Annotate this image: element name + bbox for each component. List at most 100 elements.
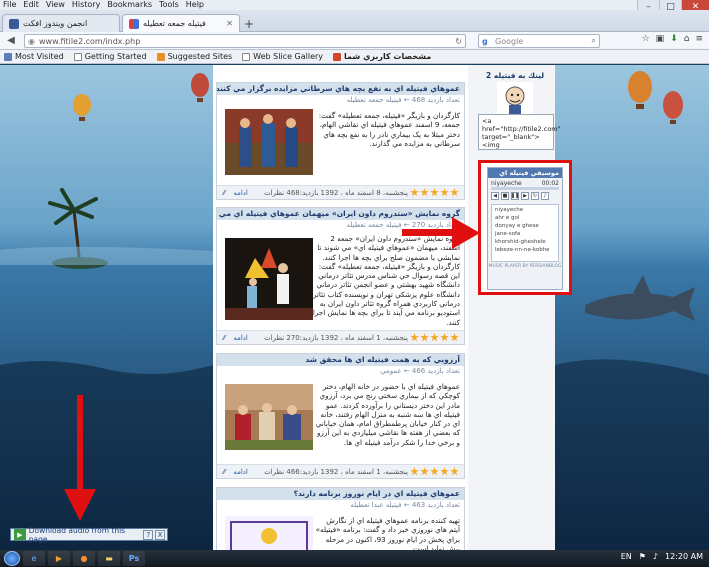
- firefox-icon[interactable]: ●: [73, 551, 95, 566]
- cartoon-logo[interactable]: [497, 82, 533, 118]
- post-author[interactable]: فيتيله جمعه تعطيله: [347, 221, 402, 229]
- playlist-item[interactable]: khorshid-gheshele: [495, 238, 555, 246]
- star-icon[interactable]: [410, 188, 419, 197]
- next-icon[interactable]: ▶: [521, 192, 529, 200]
- new-tab-button[interactable]: +: [244, 17, 254, 31]
- menu-history[interactable]: History: [72, 0, 100, 10]
- menu-icon[interactable]: ≡: [695, 34, 703, 44]
- prev-icon[interactable]: ◀: [491, 192, 499, 200]
- bookmark-most-visited[interactable]: Most Visited: [4, 52, 64, 61]
- views-count: 466: [411, 367, 426, 375]
- star-icon[interactable]: [430, 333, 439, 342]
- star-icon[interactable]: [420, 467, 429, 476]
- rating-stars[interactable]: [410, 333, 459, 342]
- address-bar[interactable]: ◉ www.fitile2.com/indx.php ↻: [24, 34, 466, 48]
- star-icon[interactable]: [410, 333, 419, 342]
- menu-bookmarks[interactable]: Bookmarks: [107, 0, 152, 10]
- menu-view[interactable]: View: [46, 0, 65, 10]
- clipboard-icon[interactable]: ▣: [656, 34, 665, 44]
- read-more-link[interactable]: ادامه ⁄⁄: [223, 189, 248, 197]
- download-audio-bar[interactable]: ▶ Download audio from this page ? X: [10, 526, 168, 544]
- playlist-item[interactable]: lebeze-nn-ne-kobhe: [495, 246, 555, 254]
- ie-icon[interactable]: e: [23, 551, 45, 566]
- post-image[interactable]: [225, 384, 313, 450]
- post-title[interactable]: عموهاي فيتيله اي به نفع بچه هاي سرطاني م…: [217, 83, 464, 95]
- read-more-link[interactable]: ادامه ⁄⁄: [223, 468, 248, 476]
- close-button[interactable]: X: [155, 529, 166, 540]
- star-icon[interactable]: [430, 188, 439, 197]
- help-button[interactable]: ?: [143, 529, 154, 540]
- star-icon[interactable]: [440, 467, 449, 476]
- reload-icon[interactable]: ↻: [455, 37, 462, 46]
- pause-icon[interactable]: ❚❚: [511, 192, 519, 200]
- volume-icon[interactable]: ♪: [541, 192, 549, 200]
- menu-help[interactable]: Help: [186, 0, 204, 10]
- post-card: عموهاي فيتيله اي در ايام نوروز برنامه دا…: [216, 487, 465, 550]
- bookmark-user-profile[interactable]: مشخصات كاربري شما: [333, 52, 431, 61]
- post-card: عموهاي فيتيله اي به نفع بچه هاي سرطاني م…: [216, 82, 465, 200]
- home-icon[interactable]: ⌂: [684, 34, 690, 44]
- post-meta: تعداد بازديد 468 ← فيتيله جمعه تعطيله: [346, 96, 460, 104]
- bookmark-suggested-sites[interactable]: Suggested Sites: [156, 52, 232, 61]
- read-more-link[interactable]: ادامه ⁄⁄: [223, 334, 248, 342]
- star-icon[interactable]: [450, 467, 459, 476]
- bookmark-getting-started[interactable]: Getting Started: [73, 52, 147, 61]
- post-footer: ادامه ⁄⁄ پنجشنبه، 1 اسفند ماه ، 1392 بازد…: [217, 330, 464, 344]
- post-meta: تعداد بازديد 463 ← فيتيله عيدا تعطيله: [350, 501, 460, 509]
- star-icon[interactable]: [440, 188, 449, 197]
- tab-forum[interactable]: انجمن ويندوز افكت: [2, 14, 120, 32]
- post-excerpt: تهيه كننده برنامه عموهاي فيتيله اي از نگ…: [315, 516, 460, 550]
- menu-tools[interactable]: Tools: [159, 0, 179, 10]
- flag-icon[interactable]: ⚑: [639, 552, 646, 561]
- search-input[interactable]: g Google ⌕: [478, 34, 600, 48]
- language-indicator[interactable]: EN: [621, 552, 632, 561]
- red-arrow-right-icon: [402, 217, 480, 249]
- post-footer: ادامه ⁄⁄ پنجشنبه، 1 اسفند ماه ، 1392 بازد…: [217, 464, 464, 478]
- star-icon[interactable]: [410, 467, 419, 476]
- playlist-item[interactable]: donyay e ghese: [495, 222, 555, 230]
- player-track: niyayeche 00:02: [488, 178, 562, 187]
- tab-fitile[interactable]: فيتيله جمعه تعطيله ✕: [122, 14, 240, 32]
- post-excerpt: كارگردان و بازيگر «فيتيله، جمعه تعطيله» …: [318, 111, 460, 148]
- close-tab-icon[interactable]: ✕: [226, 19, 233, 28]
- views-count: 463: [411, 501, 426, 509]
- red-arrow-down-icon: [64, 395, 96, 521]
- back-button[interactable]: ◀: [4, 34, 18, 48]
- star-bookmark-icon[interactable]: ☆: [642, 34, 650, 44]
- volume-icon[interactable]: ♪: [653, 552, 658, 561]
- playlist-item[interactable]: niyayeche: [495, 206, 555, 214]
- start-button[interactable]: [4, 551, 20, 566]
- star-icon[interactable]: [450, 188, 459, 197]
- post-image[interactable]: [225, 109, 313, 175]
- stop-icon[interactable]: ■: [501, 192, 509, 200]
- bookmark-web-slice-gallery[interactable]: Web Slice Gallery: [242, 52, 323, 61]
- post-title[interactable]: آرزويي كه به همت فيتيله اي ها محقق شد: [217, 354, 464, 366]
- search-icon[interactable]: ⌕: [592, 36, 596, 46]
- star-icon[interactable]: [430, 467, 439, 476]
- menu-edit[interactable]: Edit: [23, 0, 39, 10]
- clock[interactable]: 12:20 AM: [665, 552, 703, 561]
- star-icon[interactable]: [440, 333, 449, 342]
- current-track: niyayeche: [491, 180, 522, 187]
- post-author[interactable]: فيتيله عيدا تعطيله: [350, 501, 401, 509]
- star-icon[interactable]: [420, 333, 429, 342]
- post-image[interactable]: [225, 238, 313, 320]
- repeat-icon[interactable]: ↻: [531, 192, 539, 200]
- post-title[interactable]: عموهاي فيتيله اي در ايام نوروز برنامه دا…: [217, 488, 464, 500]
- embed-code-textarea[interactable]: <a href="http://fitile2.com" target="_bl…: [478, 114, 561, 150]
- widget-title: لينك به فيتيله 2: [485, 71, 545, 80]
- menu-file[interactable]: File: [3, 0, 16, 10]
- media-player-icon[interactable]: ▶: [48, 551, 70, 566]
- star-icon[interactable]: [420, 188, 429, 197]
- photoshop-icon[interactable]: Ps: [123, 551, 145, 566]
- rating-stars[interactable]: [410, 188, 459, 197]
- star-icon[interactable]: [450, 333, 459, 342]
- playlist-item[interactable]: jane-sofa: [495, 230, 555, 238]
- rating-stars[interactable]: [410, 467, 459, 476]
- post-author[interactable]: عمومي: [380, 367, 401, 375]
- download-icon[interactable]: ⬇: [670, 34, 678, 44]
- folder-icon[interactable]: ▬: [98, 551, 120, 566]
- playlist-item[interactable]: ahr e gol: [495, 214, 555, 222]
- post-image[interactable]: [225, 516, 313, 550]
- post-author[interactable]: فيتيله جمعه تعطيله: [347, 96, 402, 104]
